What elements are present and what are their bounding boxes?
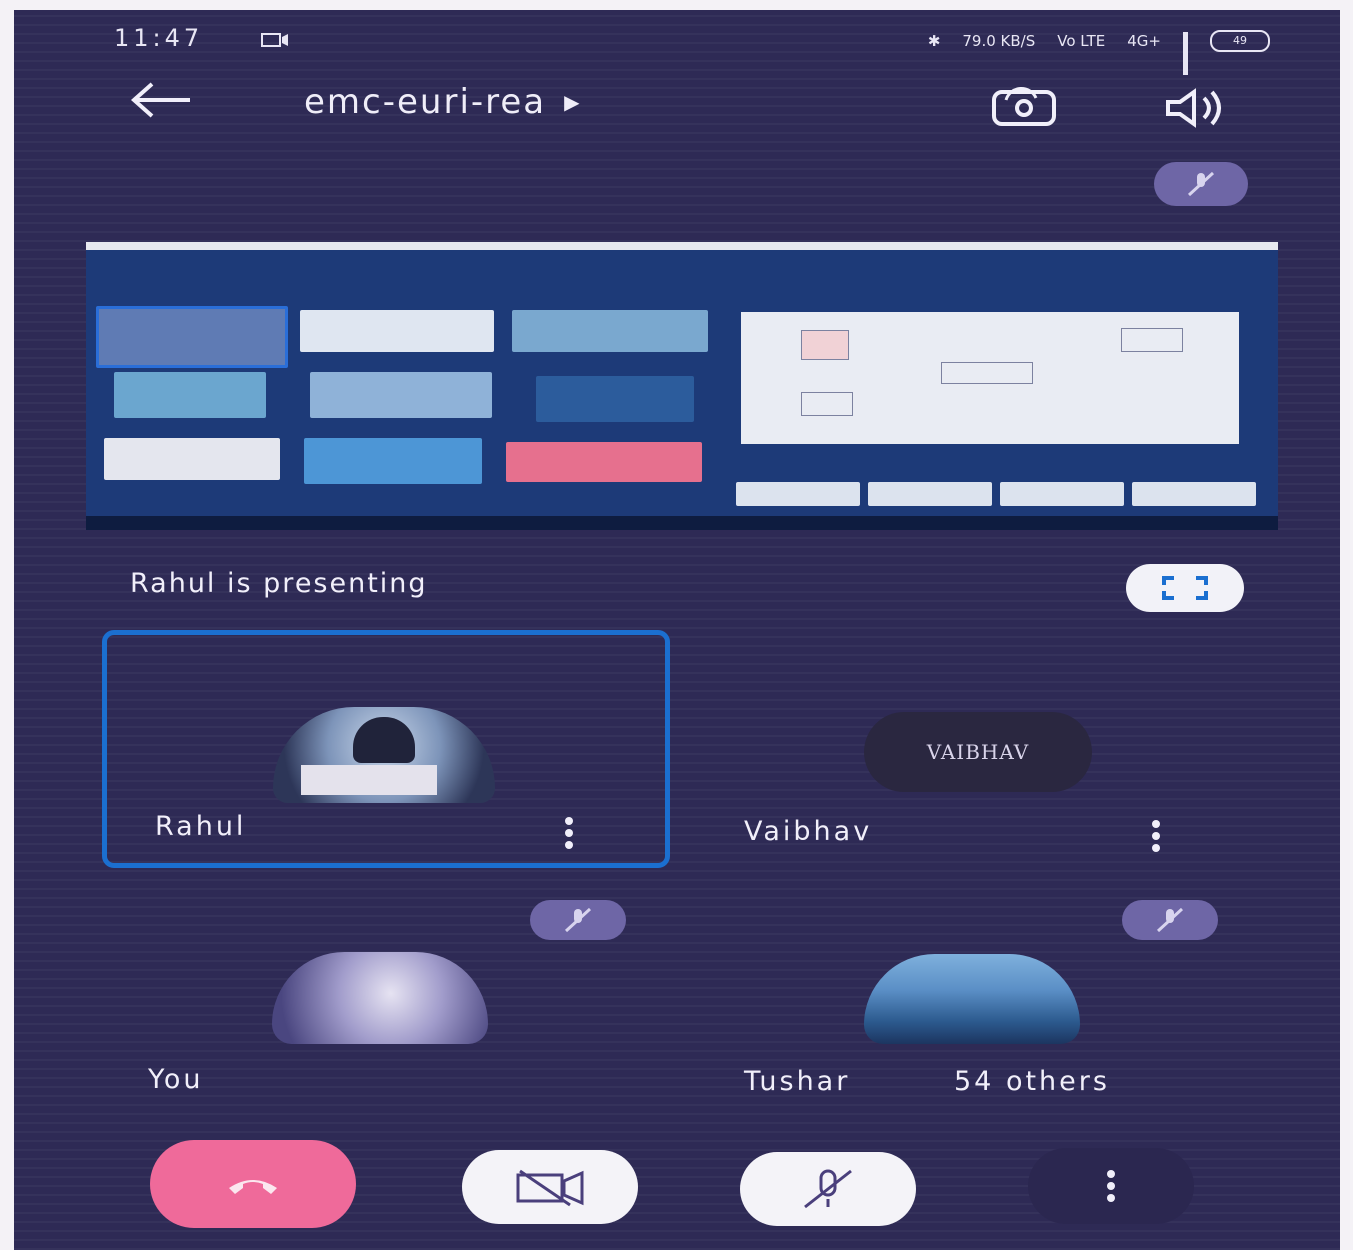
- more-vert-icon[interactable]: [1146, 816, 1166, 856]
- thumbnail: [114, 372, 266, 418]
- camera-toggle-button[interactable]: [462, 1150, 638, 1224]
- others-count[interactable]: 54 others: [954, 1066, 1110, 1097]
- thumbnail: [1000, 482, 1124, 506]
- play-triangle-icon: ▶: [564, 90, 582, 114]
- slide-node: [801, 392, 853, 416]
- avatar-logo-text: VAIBHAV: [926, 740, 1030, 764]
- fullscreen-icon: [1162, 576, 1208, 600]
- screen-record-icon: [261, 33, 288, 47]
- end-call-button[interactable]: [150, 1140, 356, 1228]
- participant-name: Tushar: [744, 1066, 851, 1097]
- thumbnail: [300, 310, 494, 352]
- shared-screen-content: [86, 250, 1278, 530]
- fullscreen-button[interactable]: [1126, 564, 1244, 612]
- slide-node: [941, 362, 1033, 384]
- thumbnail: [310, 372, 492, 418]
- speaker-icon[interactable]: [1162, 86, 1232, 130]
- mic-off-icon: [1156, 907, 1184, 933]
- meeting-code: emc-euri-rea: [304, 82, 547, 122]
- slide-node: [1121, 328, 1183, 352]
- presentation-slide: [741, 312, 1239, 444]
- more-options-button[interactable]: [1028, 1148, 1194, 1224]
- participant-name: Rahul: [155, 811, 247, 842]
- presenting-status: Rahul is presenting: [130, 568, 428, 599]
- thumbnail: [104, 438, 280, 480]
- taskbar: [86, 516, 1278, 530]
- net-speed: 79.0 KB/S: [962, 32, 1036, 50]
- shared-screen[interactable]: [86, 242, 1278, 530]
- bluetooth-icon: ✱: [927, 32, 941, 50]
- presenter-mic-off-chip: [1154, 162, 1248, 206]
- mic-off-icon: [804, 1169, 852, 1209]
- thumbnail: [1132, 482, 1256, 506]
- status-indicators: ✱ 79.0 KB/S Vo LTE 4G+ 49: [927, 30, 1270, 75]
- participant-tile-rahul[interactable]: Rahul: [102, 630, 670, 868]
- avatar: [864, 954, 1080, 1044]
- thumbnail: [304, 438, 482, 484]
- thumbnail: [506, 442, 702, 482]
- mic-off-chip: [1122, 900, 1218, 940]
- thumbnail: [868, 482, 992, 506]
- end-call-icon: [229, 1180, 277, 1194]
- thumbnail: [512, 310, 708, 352]
- participant-tile-you[interactable]: You: [102, 890, 660, 1110]
- mic-off-icon: [1187, 171, 1215, 197]
- avatar-hood: [353, 717, 415, 763]
- thumbnail: [536, 376, 694, 422]
- more-vert-icon: [1101, 1166, 1121, 1206]
- switch-camera-icon[interactable]: [984, 82, 1064, 132]
- thumbnail: [96, 306, 288, 368]
- avatar: [272, 952, 488, 1044]
- mic-off-chip: [530, 900, 626, 940]
- participant-tile-vaibhav[interactable]: VAIBHAV Vaibhav: [704, 630, 1264, 858]
- slide-node: [801, 330, 849, 360]
- meeting-title[interactable]: emc-euri-rea ▶: [304, 82, 582, 122]
- more-vert-icon[interactable]: [559, 813, 579, 853]
- camera-off-icon: [516, 1169, 584, 1207]
- meet-screen: 11:47 ✱ 79.0 KB/S Vo LTE 4G+ 49 emc-euri…: [14, 10, 1340, 1250]
- thumbnail: [736, 482, 860, 506]
- battery-icon: 49: [1210, 30, 1270, 52]
- back-arrow-icon[interactable]: [128, 80, 194, 120]
- avatar: VAIBHAV: [864, 712, 1092, 792]
- avatar-laptop: [301, 765, 437, 795]
- mic-toggle-button[interactable]: [740, 1152, 916, 1226]
- status-time: 11:47: [114, 24, 204, 52]
- call-controls: [14, 1138, 1340, 1238]
- participant-name: Vaibhav: [744, 816, 873, 847]
- network-gen: 4G+: [1127, 32, 1161, 50]
- mic-off-icon: [564, 907, 592, 933]
- avatar: [273, 707, 495, 803]
- signal-icon: [1183, 32, 1188, 75]
- volte-label: Vo LTE: [1057, 32, 1106, 50]
- participant-name: You: [148, 1064, 204, 1095]
